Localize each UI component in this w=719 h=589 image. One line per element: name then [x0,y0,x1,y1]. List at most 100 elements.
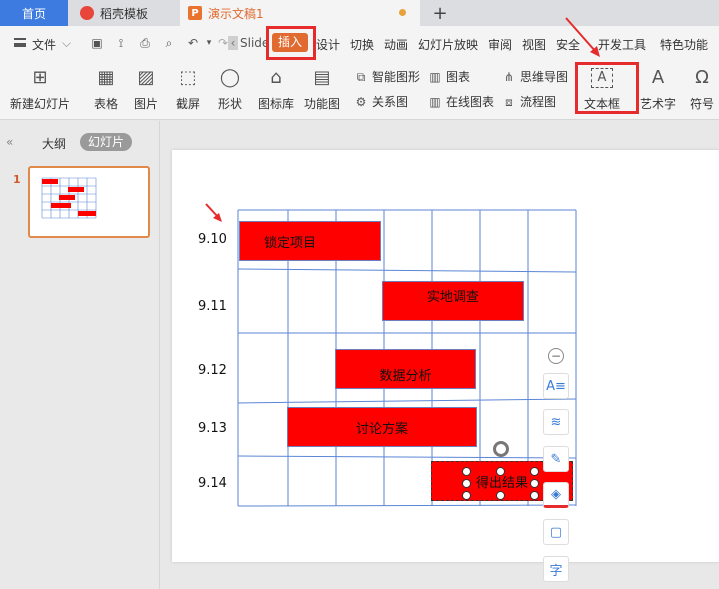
collapse-tools-icon[interactable]: − [548,348,564,364]
menu-slide-partial[interactable]: Slide [240,36,269,50]
pen-icon[interactable]: ✎ [543,446,569,472]
tab-document-label: 演示文稿1 [208,6,264,21]
tab-home[interactable]: 首页 [0,0,68,26]
wordart-icon: A [651,67,665,88]
slide-thumbnail[interactable] [28,166,150,238]
smart-art-label: 智能图形 [372,70,421,84]
layers-icon[interactable]: ≋ [543,409,569,435]
picture-button[interactable]: ▨ 图片 [134,66,158,112]
symbol-label: 符号 [690,97,715,111]
function-chart-label: 功能图 [304,97,341,111]
chevron-down-icon[interactable]: ⌵ [62,36,71,51]
task-label: 实地调查 [426,290,479,305]
date-label: 9.12 [198,363,227,378]
chart-icon: ▥ [429,69,441,84]
task-bar[interactable]: 数据分析 [335,349,476,389]
print-icon[interactable]: ⎙ [138,36,152,50]
online-chart-label: 在线图表 [446,95,495,109]
menu-transition[interactable]: 切换 [350,36,374,53]
task-bar[interactable]: 实地调查 [382,281,524,321]
new-slide-label: 新建幻灯片 [10,97,71,111]
border-icon[interactable]: ▢ [543,519,569,545]
mindmap-label: 思维导图 [520,70,569,84]
task-bar[interactable]: 锁定项目 [239,221,381,261]
template-logo-icon [80,6,94,20]
insert-highlight-box [266,26,316,60]
table-button[interactable]: ▦ 表格 [94,66,118,112]
menu-devtools[interactable]: 开发工具 [598,36,646,53]
menu-view[interactable]: 视图 [522,36,546,53]
text-style-icon[interactable]: A≡ [543,373,569,399]
task-label: 锁定项目 [264,235,317,251]
mindmap-button[interactable]: ⋔ 思维导图 [502,68,568,85]
function-chart-button[interactable]: ▤ 功能图 [304,66,340,112]
function-chart-icon: ▤ [313,67,331,88]
picture-label: 图片 [134,97,159,111]
screenshot-icon: ⬚ [179,67,197,88]
task-label: 讨论方案 [355,421,408,437]
relation-button[interactable]: ⚙ 关系图 [354,93,408,110]
menu-features[interactable]: 特色功能 [660,36,708,53]
resize-handle[interactable] [530,467,539,476]
smart-art-button[interactable]: ⧉ 智能图形 [354,68,420,85]
menu-slideshow[interactable]: 幻灯片放映 [418,36,478,53]
save-icon[interactable]: ▣ [90,36,104,50]
icon-library-label: 图标库 [258,97,295,111]
date-label: 9.13 [198,421,227,436]
resize-handle[interactable] [496,491,505,500]
icon-library-button[interactable]: ⌂ 图标库 [258,66,294,112]
tab-outline[interactable]: 大纲 [42,135,66,152]
tab-template[interactable]: 稻壳模板 [68,0,180,26]
font-icon[interactable]: 字 [543,556,569,582]
chart-label: 图表 [446,70,471,84]
screenshot-label: 截屏 [176,97,201,111]
presentation-icon: P [188,6,202,20]
tab-slides[interactable]: 幻灯片 [80,133,132,151]
wordart-label: 艺术字 [640,97,677,111]
tab-document[interactable]: P 演示文稿1 [180,0,420,26]
table-label: 表格 [94,97,119,111]
slide-panel: « 大纲 幻灯片 1 [0,121,160,589]
symbol-icon: Ω [695,67,709,88]
icon-library-icon: ⌂ [270,67,282,88]
resize-handle[interactable] [462,467,471,476]
undo-icon[interactable]: ↶ [186,36,200,50]
menu-review[interactable]: 审阅 [488,36,512,53]
resize-handle[interactable] [496,467,505,476]
new-tab-plus-icon[interactable]: + [430,0,450,26]
menu-file[interactable]: 文件 [32,36,56,53]
undo-dropdown-icon[interactable]: ▾ [202,36,216,50]
online-chart-button[interactable]: ▥ 在线图表 [428,93,494,110]
mindmap-icon: ⋔ [503,69,515,84]
flowchart-button[interactable]: ⧈ 流程图 [502,93,556,110]
rotate-handle-icon[interactable] [493,441,509,457]
flowchart-label: 流程图 [520,95,557,109]
hamburger-icon[interactable] [14,38,26,47]
new-slide-button[interactable]: ⊞ 新建幻灯片 [10,66,70,112]
chart-button[interactable]: ▥ 图表 [428,68,470,85]
shape-button[interactable]: ◯ 形状 [218,66,242,112]
date-label: 9.14 [198,476,227,491]
resize-handle[interactable] [530,479,539,488]
online-chart-icon: ▥ [429,94,441,109]
shape-icon: ◯ [219,67,241,88]
resize-handle[interactable] [462,479,471,488]
menu-design[interactable]: 设计 [316,36,340,53]
textbox-highlight-box [575,62,639,114]
scroll-left-icon[interactable]: ‹ [228,36,238,50]
wordart-button[interactable]: A 艺术字 [640,66,676,112]
collapse-panel-icon[interactable]: « [6,135,13,149]
new-slide-icon: ⊞ [32,67,48,88]
task-bar[interactable]: 讨论方案 [287,407,477,447]
format-painter-icon[interactable]: ⟟ [114,36,128,50]
fill-icon[interactable]: ◈ [543,482,569,508]
print-preview-icon[interactable]: ⌕ [162,36,176,50]
resize-handle[interactable] [530,491,539,500]
symbol-button[interactable]: Ω 符号 [690,66,714,112]
picture-icon: ▨ [137,67,155,88]
task-label: 数据分析 [379,369,432,384]
resize-handle[interactable] [462,491,471,500]
unsaved-dot-icon [399,9,406,16]
menu-animation[interactable]: 动画 [384,36,408,53]
screenshot-button[interactable]: ⬚ 截屏 [176,66,200,112]
